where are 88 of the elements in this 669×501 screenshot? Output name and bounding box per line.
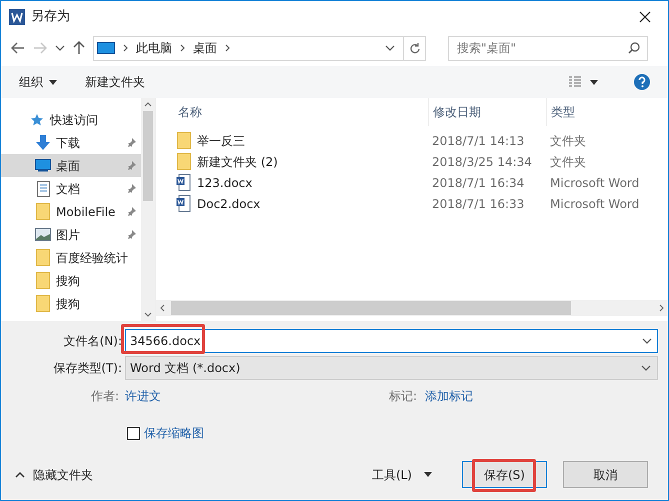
picture-icon xyxy=(35,228,51,241)
checkbox[interactable] xyxy=(127,426,140,440)
column-header[interactable]: 类型 xyxy=(546,98,668,126)
modified-date: 2018/7/1 14:13 xyxy=(431,132,526,150)
checkbox-label[interactable]: 保存缩略图 xyxy=(144,424,204,442)
modified-date: 2018/7/1 16:34 xyxy=(431,174,526,192)
add-tags-link[interactable]: 添加标记 xyxy=(425,387,473,405)
file-type: Microsoft Word xyxy=(549,174,640,192)
pin-icon[interactable] xyxy=(126,206,137,217)
word-logo-icon xyxy=(9,9,25,25)
word-document-icon xyxy=(176,195,191,212)
modified-date: 2018/7/1 16:33 xyxy=(431,196,526,212)
folder-icon xyxy=(176,153,190,170)
horizontal-scrollbar[interactable] xyxy=(156,300,668,316)
refresh-icon[interactable] xyxy=(409,42,420,54)
field-label: 标记: xyxy=(388,388,418,405)
file-name[interactable]: Doc2.docx xyxy=(197,194,260,212)
chevron-down-icon xyxy=(642,338,652,344)
up-arrow-icon[interactable] xyxy=(73,41,85,55)
close-icon xyxy=(639,11,651,23)
file-type-dropdown[interactable]: Word 文档 (*.docx) xyxy=(125,356,658,380)
modified-date: 2018/3/25 14:34 xyxy=(431,154,533,170)
recent-chevron-icon xyxy=(55,45,65,51)
folder-icon xyxy=(36,249,50,266)
monitor-icon xyxy=(35,159,51,172)
sidebar-item[interactable]: 下载 xyxy=(1,131,141,154)
folder-icon xyxy=(36,203,50,220)
file-name[interactable]: 新建文件夹 (2) xyxy=(197,152,278,170)
tools-menu-button[interactable]: 工具(L) xyxy=(372,466,432,484)
pin-icon[interactable] xyxy=(126,229,137,240)
monitor-icon xyxy=(97,42,115,54)
file-type: Microsoft Word xyxy=(549,196,640,212)
document-icon xyxy=(36,180,50,196)
caret-icon xyxy=(424,472,432,477)
scroll-right-icon[interactable] xyxy=(659,304,664,312)
sidebar-item[interactable]: 百度经验统计 xyxy=(1,246,141,269)
scroll-left-icon[interactable] xyxy=(160,304,165,312)
column-header[interactable]: 修改日期 xyxy=(428,98,546,126)
breadcrumb[interactable]: 此电脑 xyxy=(136,39,172,57)
field-label: 作者: xyxy=(90,388,120,405)
filename-field[interactable]: 34566.docx xyxy=(125,329,658,353)
breadcrumb[interactable]: 桌面 xyxy=(193,39,217,57)
cancel-button[interactable]: 取消 xyxy=(563,461,648,488)
author-link[interactable]: 许进文 xyxy=(125,387,325,405)
folder-icon xyxy=(176,132,190,149)
scroll-down-icon[interactable] xyxy=(144,312,152,317)
window-title: 另存为 xyxy=(31,8,70,26)
file-name[interactable]: 123.docx xyxy=(197,174,252,192)
breadcrumb-separator-icon xyxy=(123,44,128,52)
field-label: 保存类型(T): xyxy=(52,360,123,377)
caret-icon[interactable] xyxy=(590,80,598,84)
file-name[interactable]: 举一反三 xyxy=(197,132,245,150)
file-type: 文件夹 xyxy=(549,154,586,170)
folder-icon xyxy=(36,295,50,312)
search-icon xyxy=(628,42,640,54)
file-type: 文件夹 xyxy=(549,132,586,150)
chevron-down-icon xyxy=(641,365,651,371)
hide-folders-button[interactable]: 隐藏文件夹 xyxy=(11,466,93,484)
breadcrumb-separator-icon xyxy=(225,44,230,52)
sidebar-item[interactable]: 桌面 xyxy=(1,154,141,177)
save-button[interactable]: 保存(S) xyxy=(462,461,547,488)
star-icon xyxy=(30,112,44,126)
back-arrow-icon[interactable] xyxy=(11,42,25,54)
sidebar-item[interactable]: MobileFile xyxy=(1,200,141,223)
scroll-up-icon[interactable] xyxy=(144,102,152,107)
address-bar[interactable]: 此电脑 桌面 xyxy=(93,36,426,60)
new-folder-button[interactable]: 新建文件夹 xyxy=(85,73,145,91)
pin-icon[interactable] xyxy=(126,137,137,148)
organize-menu-button[interactable]: 组织 xyxy=(19,73,57,91)
column-header[interactable]: 名称 xyxy=(156,103,428,121)
field-label: 文件名(N): xyxy=(62,333,123,350)
chevron-up-icon xyxy=(15,472,25,478)
view-options-icon[interactable] xyxy=(568,76,582,88)
caret-icon xyxy=(49,80,57,84)
pin-icon[interactable] xyxy=(126,183,137,194)
help-icon[interactable] xyxy=(634,74,650,90)
sidebar-item[interactable]: 图片 xyxy=(1,223,141,246)
sidebar-item[interactable]: 文档 xyxy=(1,177,141,200)
download-arrow-icon xyxy=(35,134,51,151)
word-document-icon xyxy=(176,174,191,191)
sidebar-item[interactable]: 搜狗 xyxy=(1,292,141,315)
breadcrumb-separator-icon xyxy=(180,44,185,52)
search-field[interactable]: 搜索"桌面" xyxy=(448,36,648,60)
sidebar-item[interactable]: 搜狗 xyxy=(1,269,141,292)
folder-icon xyxy=(36,272,50,289)
sidebar-item[interactable]: 快速访问 xyxy=(1,108,141,131)
vertical-scrollbar[interactable] xyxy=(141,98,155,321)
address-dropdown-icon xyxy=(385,45,395,51)
